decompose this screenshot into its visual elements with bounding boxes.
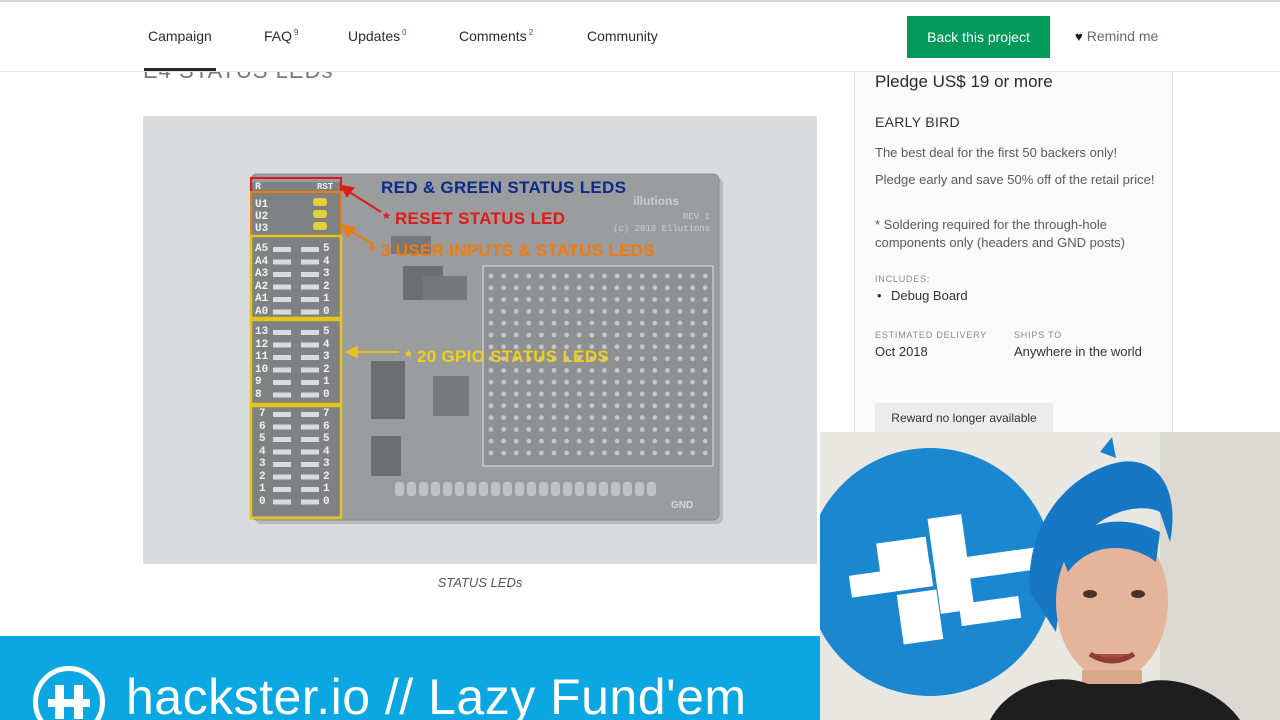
updates-count: 0 (402, 28, 407, 37)
gpio-pin-label: 5 (259, 433, 266, 445)
ships-label: SHIPS TO (1014, 330, 1063, 340)
delivery-value: Oct 2018 (875, 344, 928, 359)
user-pin-label: U1 (255, 199, 269, 211)
gpio-pin-label: 8 (255, 388, 262, 401)
gpio-num-label: 2 (323, 363, 330, 376)
gpio-pin-label: 10 (255, 363, 269, 376)
gpio-num-label: 3 (323, 458, 330, 470)
tab-updates[interactable]: Updates 0 (348, 28, 407, 44)
comments-count: 2 (528, 28, 534, 37)
webcam-presenter-video (820, 432, 1280, 720)
tab-faq[interactable]: FAQ 9 (264, 28, 298, 44)
annotation-user-inputs: * 3 USER INPUTS & STATUS LEDS (369, 241, 655, 260)
gpio-pin-label: 7 (259, 408, 266, 420)
board-brand: illutions (633, 194, 679, 208)
gpio-pin-label: 0 (259, 495, 266, 508)
gpio-pin-label: 11 (255, 351, 269, 363)
gpio-num-label: 0 (323, 388, 330, 401)
gpio-num-label: 0 (323, 495, 330, 508)
include-item: Debug Board (877, 288, 968, 303)
gpio-num-label: 4 (323, 338, 330, 351)
gpio-num-label: 1 (323, 483, 330, 495)
gpio-pin-label: 3 (259, 458, 266, 470)
annotation-reset: * RESET STATUS LED (383, 209, 566, 228)
heart-icon: ♥ (1075, 29, 1083, 44)
board-copyright: (c) 2018 Ellutions (613, 224, 711, 234)
rst-left-label: R (255, 182, 262, 193)
gpio-num-label: 2 (323, 470, 330, 483)
analog-num-label: 4 (323, 255, 330, 268)
reward-unavailable-button[interactable]: Reward no longer available (875, 403, 1053, 433)
gpio-pin-label: 13 (255, 326, 269, 338)
analog-num-label: 3 (323, 268, 330, 280)
annotation-gpio: * 20 GPIO STATUS LEDS (405, 347, 610, 366)
rst-right-label: RST (317, 182, 334, 192)
banner-title: hackster.io // Lazy Fund'em (126, 669, 747, 720)
gpio-pin-label: 2 (259, 470, 266, 483)
gpio-num-label: 1 (323, 376, 330, 388)
campaign-nav: Campaign FAQ 9 Updates 0 Comments 2 Communi… (0, 2, 1280, 72)
user-pin-label: U2 (255, 211, 269, 223)
remind-me-link[interactable]: ♥ Remind me (1075, 28, 1158, 44)
presenter-image (820, 432, 1280, 720)
reward-description-3: * Soldering required for the through-hol… (875, 217, 1126, 250)
analog-pin-label: A3 (255, 268, 269, 280)
reward-description-2: Pledge early and save 50% off of the ret… (875, 172, 1155, 187)
gpio-pin-label: 12 (255, 338, 269, 351)
analog-num-label: 5 (323, 243, 330, 255)
status-leds-image: R RST illutions REV 1 (c) 2018 Ellutions… (143, 116, 817, 564)
analog-pin-label: A0 (255, 305, 269, 318)
analog-pin-label: A2 (255, 280, 269, 293)
back-this-project-button[interactable]: Back this project (907, 16, 1050, 58)
analog-pin-label: A5 (255, 243, 269, 255)
tab-comments[interactable]: Comments 2 (459, 28, 533, 44)
reward-card: Pledge US$ 19 or more EARLY BIRD The bes… (854, 72, 1173, 452)
gpio-num-label: 3 (323, 351, 330, 363)
gpio-num-label: 4 (323, 445, 330, 458)
hackster-logo-icon (33, 666, 105, 720)
analog-num-label: 1 (323, 293, 330, 305)
reward-description-1: The best deal for the first 50 backers o… (875, 145, 1118, 160)
gpio-pin-label: 9 (255, 376, 262, 388)
faq-count: 9 (294, 28, 299, 37)
gpio-num-label: 6 (323, 420, 330, 433)
analog-pin-label: A4 (255, 255, 269, 268)
delivery-label: ESTIMATED DELIVERY (875, 330, 988, 340)
gpio-num-label: 5 (323, 433, 330, 445)
ships-value: Anywhere in the world (1014, 344, 1142, 359)
hackster-banner: hackster.io // Lazy Fund'em (0, 636, 822, 720)
tab-community[interactable]: Community (587, 28, 658, 44)
analog-num-label: 2 (323, 280, 330, 293)
gpio-pin-label: 1 (259, 483, 266, 495)
board-gnd: GND (671, 500, 694, 511)
gpio-num-label: 5 (323, 326, 330, 338)
gpio-num-label: 7 (323, 408, 330, 420)
gpio-pin-label: 4 (259, 445, 266, 458)
analog-pin-label: A1 (255, 293, 269, 305)
tab-campaign[interactable]: Campaign (144, 28, 216, 71)
user-pin-label: U3 (255, 223, 269, 235)
analog-num-label: 0 (323, 305, 330, 318)
reward-title: EARLY BIRD (875, 114, 960, 130)
board-rev: REV 1 (683, 212, 711, 222)
includes-label: INCLUDES: (875, 274, 931, 284)
image-caption: STATUS LEDs (437, 575, 523, 590)
gpio-pin-label: 6 (259, 420, 266, 433)
annotation-red-green: RED & GREEN STATUS LEDS (381, 178, 627, 197)
pledge-amount: Pledge US$ 19 or more (875, 72, 1053, 91)
